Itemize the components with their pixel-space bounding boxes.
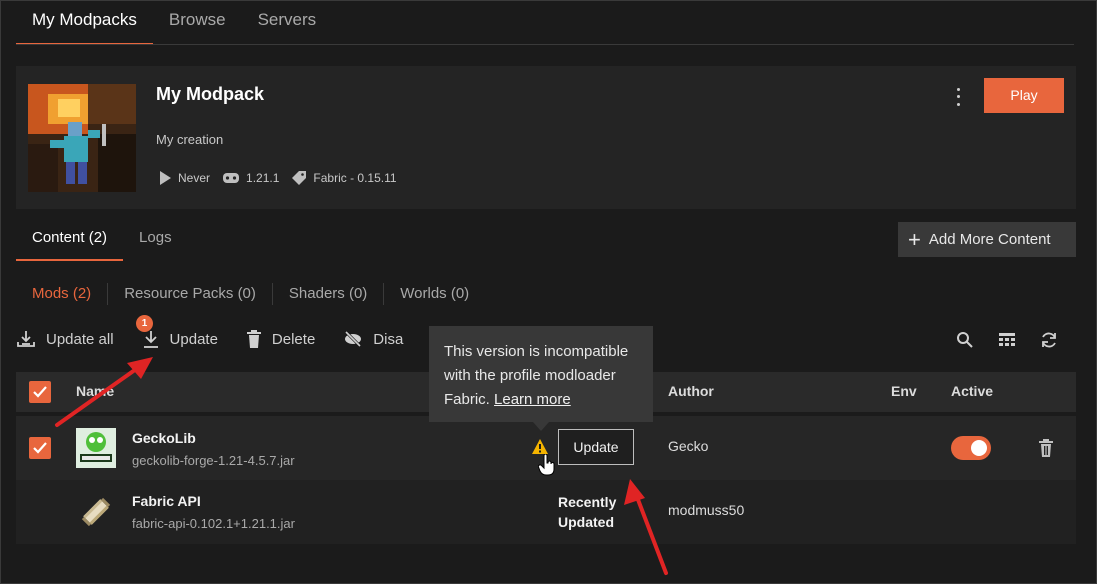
arrow-to-row-update-icon: [624, 479, 668, 575]
arrow-to-update-icon: [55, 357, 153, 427]
annotation-arrows: [55, 357, 668, 575]
